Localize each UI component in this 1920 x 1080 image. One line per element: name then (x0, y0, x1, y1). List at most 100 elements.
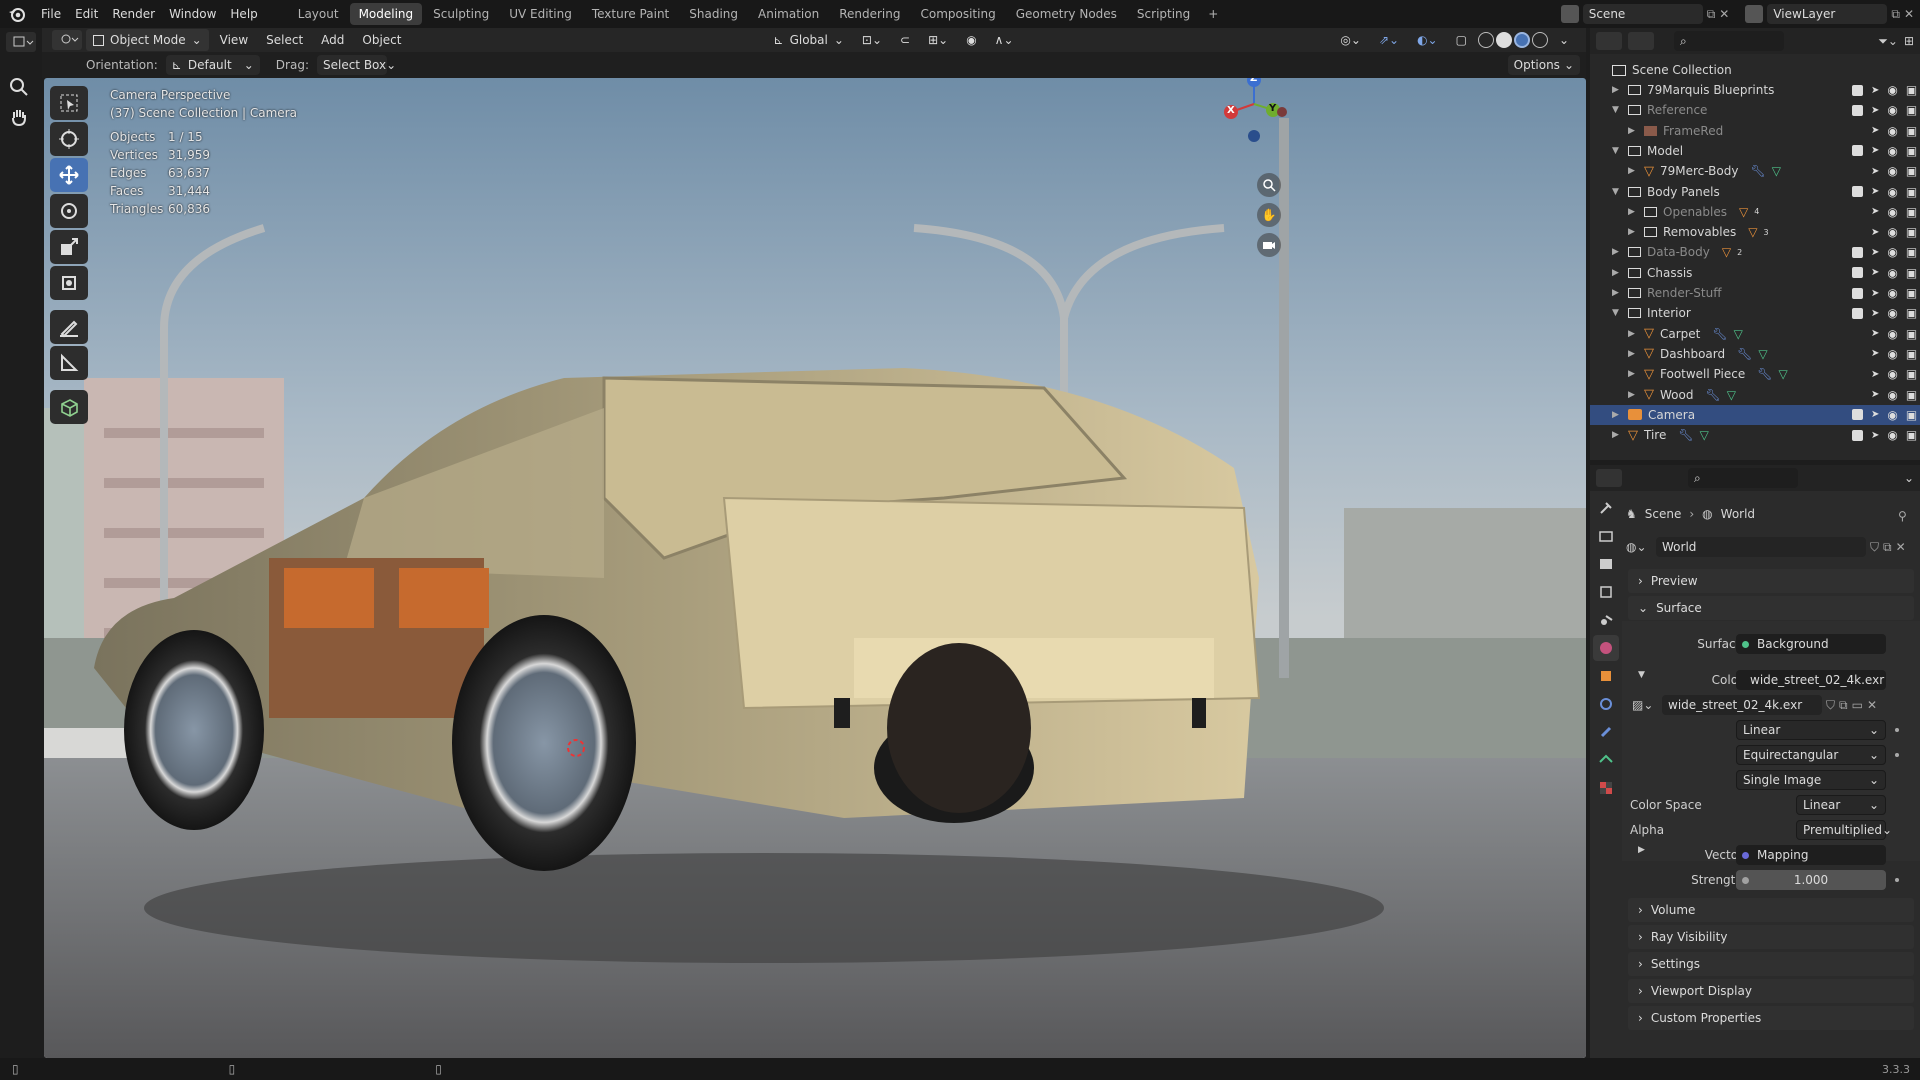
pin-icon[interactable]: ⚲ (1898, 509, 1907, 523)
eye-visibility-icon[interactable]: ◉ (1887, 347, 1897, 361)
outliner-row-79marquis-blueprints[interactable]: ▶ 79Marquis Blueprints ➤ ◉ ▣ (1590, 80, 1920, 100)
preview-panel[interactable]: › Preview (1628, 569, 1914, 593)
workspace-tab-rendering[interactable]: Rendering (830, 3, 909, 25)
annotate-tool-icon[interactable] (50, 310, 88, 344)
shading-options-icon[interactable]: ⌄ (1552, 29, 1576, 51)
expand-arrow-icon[interactable]: ▼ (1612, 308, 1619, 318)
outliner-row-body-panels[interactable]: ▼ Body Panels ➤ ◉ ▣ (1590, 182, 1920, 202)
selectable-arrow-icon[interactable]: ➤ (1871, 125, 1879, 136)
color-input-field[interactable]: wide_street_02_4k.exr (1736, 670, 1886, 690)
eye-visibility-icon[interactable]: ◉ (1887, 164, 1897, 178)
workspace-tab-uv-editing[interactable]: UV Editing (500, 3, 581, 25)
scale-tool-icon[interactable] (50, 230, 88, 264)
outliner-row-removables[interactable]: ▶ Removables ▽ 3 ➤ ◉ ▣ (1590, 222, 1920, 242)
camera-render-icon[interactable]: ▣ (1906, 286, 1917, 300)
properties-search-input[interactable]: ⌕ (1688, 468, 1798, 488)
view-layer-tab-icon[interactable] (1593, 579, 1619, 605)
camera-render-icon[interactable]: ▣ (1906, 428, 1917, 442)
outliner-row-data-body[interactable]: ▶ Data-Body ▽ 2 ➤ ◉ ▣ (1590, 242, 1920, 262)
scene-icon[interactable] (1560, 5, 1579, 23)
eye-visibility-icon[interactable]: ◉ (1887, 327, 1897, 341)
outliner-search-input[interactable]: ⌕ (1674, 31, 1784, 51)
eye-visibility-icon[interactable]: ◉ (1887, 388, 1897, 402)
interpolation-dropdown[interactable]: Linear ⌄ (1736, 720, 1886, 740)
expand-arrow-icon[interactable]: ▶ (1612, 85, 1619, 95)
selectable-arrow-icon[interactable]: ➤ (1871, 328, 1879, 339)
camera-render-icon[interactable]: ▣ (1906, 164, 1917, 178)
expand-arrow-icon[interactable]: ▶ (1628, 166, 1635, 176)
ray-visibility-panel[interactable]: › Ray Visibility (1628, 925, 1914, 949)
fake-user-icon[interactable]: ⛉ (1870, 540, 1879, 555)
projection-dropdown[interactable]: Equirectangular ⌄ (1736, 745, 1886, 765)
scene-collection-row[interactable]: Scene Collection (1590, 60, 1920, 80)
object-tab-icon[interactable] (1593, 663, 1619, 689)
eye-visibility-icon[interactable]: ◉ (1887, 408, 1897, 422)
expand-arrow-icon[interactable]: ▶ (1612, 410, 1619, 420)
drag-dropdown[interactable]: Select Box ⌄ (316, 55, 396, 75)
alpha-dropdown[interactable]: Premultiplied ⌄ (1796, 820, 1892, 840)
outliner-row-framered[interactable]: ▶ FrameRed ➤ ◉ ▣ (1590, 121, 1920, 141)
display-mode-icon[interactable] (1628, 32, 1654, 50)
hand-pan-icon[interactable] (8, 106, 30, 128)
selectable-arrow-icon[interactable]: ➤ (1871, 409, 1879, 420)
constraints-tab-icon[interactable] (1593, 719, 1619, 745)
workspace-tab-shading[interactable]: Shading (680, 3, 747, 25)
workspace-tab-texture-paint[interactable]: Texture Paint (583, 3, 678, 25)
menu-edit[interactable]: Edit (68, 0, 105, 28)
scene-selector[interactable]: Scene (1582, 4, 1703, 24)
selectable-arrow-icon[interactable]: ➤ (1871, 288, 1879, 299)
strength-field[interactable]: 1.000 (1736, 870, 1886, 890)
render-tab-icon[interactable] (1593, 523, 1619, 549)
new-scene-icon[interactable]: ⧉ (1707, 7, 1716, 22)
material-shading-icon[interactable] (1513, 32, 1530, 48)
menu-help[interactable]: Help (223, 0, 264, 28)
add-cube-tool-icon[interactable] (50, 390, 88, 424)
camera-render-icon[interactable]: ▣ (1906, 408, 1917, 422)
outliner-row-dashboard[interactable]: ▶ ▽ Dashboard 🔧︎ ▽ ➤ ◉ ▣ (1590, 344, 1920, 364)
selectable-arrow-icon[interactable]: ➤ (1871, 186, 1879, 197)
options-dropdown[interactable]: Options ⌄ (1507, 55, 1580, 75)
object-data-tab-icon[interactable] (1593, 747, 1619, 773)
workspace-tab-modeling[interactable]: Modeling (349, 3, 423, 25)
eye-visibility-icon[interactable]: ◉ (1887, 306, 1897, 320)
xray-icon[interactable]: ▢ (1449, 29, 1474, 51)
eye-visibility-icon[interactable]: ◉ (1887, 266, 1897, 280)
expand-arrow-icon[interactable]: ▼ (1612, 146, 1619, 156)
outliner-editor-icon[interactable] (1596, 32, 1622, 50)
exclude-checkbox[interactable] (1852, 186, 1863, 197)
view-layer-icon[interactable] (1745, 5, 1764, 23)
solid-shading-icon[interactable] (1495, 32, 1512, 48)
breadcrumb-scene[interactable]: Scene (1645, 507, 1682, 521)
outliner-row-wood[interactable]: ▶ ▽ Wood 🔧︎ ▽ ➤ ◉ ▣ (1590, 385, 1920, 405)
source-dropdown[interactable]: Single Image ⌄ (1736, 770, 1886, 790)
select-menu[interactable]: Select (259, 29, 310, 51)
camera-render-icon[interactable]: ▣ (1906, 266, 1917, 280)
rendered-shading-icon[interactable] (1531, 32, 1548, 48)
outliner-row-carpet[interactable]: ▶ ▽ Carpet 🔧︎ ▽ ➤ ◉ ▣ (1590, 324, 1920, 344)
selectable-arrow-icon[interactable]: ➤ (1871, 166, 1879, 177)
projection-keyframe-dot[interactable] (1895, 753, 1899, 757)
selectable-arrow-icon[interactable]: ➤ (1871, 227, 1879, 238)
exclude-checkbox[interactable] (1852, 307, 1863, 319)
vector-input-field[interactable]: Mapping (1736, 845, 1886, 865)
expand-arrow-icon[interactable]: ▼ (1612, 105, 1619, 115)
eye-visibility-icon[interactable]: ◉ (1887, 245, 1897, 259)
select-box-tool-icon[interactable] (50, 86, 88, 120)
selectable-arrow-icon[interactable]: ➤ (1871, 369, 1879, 380)
properties-editor-icon[interactable] (1596, 469, 1622, 487)
new-collection-icon[interactable]: ⊞ (1904, 34, 1914, 48)
exclude-checkbox[interactable] (1852, 429, 1863, 441)
world-browse-icon[interactable]: ◍⌄ (1626, 540, 1652, 554)
outliner-row-render-stuff[interactable]: ▶ Render-Stuff ➤ ◉ ▣ (1590, 283, 1920, 303)
menu-file[interactable]: File (34, 0, 68, 28)
interpolation-keyframe-dot[interactable] (1895, 728, 1899, 732)
selectable-arrow-icon[interactable]: ➤ (1871, 206, 1879, 217)
exclude-checkbox[interactable] (1852, 84, 1863, 96)
outliner-row-model[interactable]: ▼ Model ➤ ◉ ▣ (1590, 141, 1920, 161)
workspace-tab-scripting[interactable]: Scripting (1128, 3, 1199, 25)
output-tab-icon[interactable] (1593, 551, 1619, 577)
breadcrumb-world[interactable]: World (1721, 507, 1755, 521)
menu-window[interactable]: Window (162, 0, 223, 28)
gizmo-toggle-icon[interactable]: ⇗⌄ (1372, 29, 1406, 51)
object-mode-dropdown[interactable]: Object Mode ⌄ (86, 29, 209, 51)
